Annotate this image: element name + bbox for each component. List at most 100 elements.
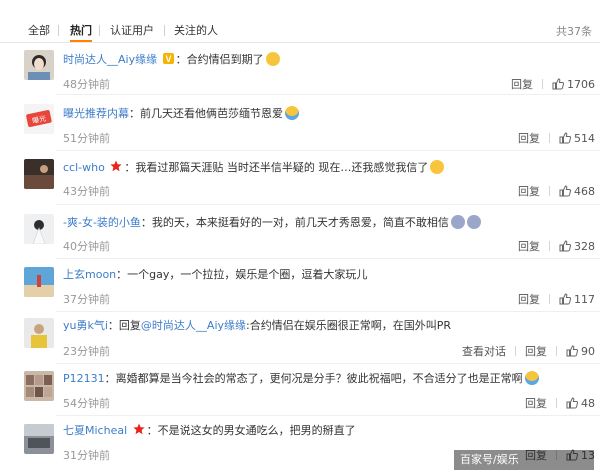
comment-username[interactable]: 时尚达人__Aiy缘缘: [63, 53, 157, 66]
cry-emoji-icon: [450, 215, 465, 229]
like-button[interactable]: 48: [566, 397, 595, 411]
comment-actions: 回复 48: [525, 397, 595, 411]
action-divider: [549, 241, 550, 251]
comment-time: 40分钟前: [63, 240, 110, 253]
laugh-cry-emoji-icon: [524, 371, 539, 385]
comment-time: 51分钟前: [63, 132, 110, 145]
comment-line: 曝光推荐内幕：前几天还看他俩芭莎缅节恩爱: [63, 106, 299, 121]
like-button[interactable]: 1706: [552, 78, 595, 92]
avatar[interactable]: [24, 267, 54, 297]
comment-total-count: 共37条: [556, 25, 592, 38]
comment-actions: 回复 468: [518, 185, 595, 199]
view-dialog-button[interactable]: 查看对话: [462, 345, 506, 359]
grin-emoji-icon: [430, 160, 445, 174]
comment-colon: ：: [124, 161, 136, 174]
comment-actions: 查看对话 回复 90: [462, 345, 595, 359]
comment-item: ccl-who ：我看过那篇天涯贴 当时还半信半疑的 现在…还我感觉我信了 43…: [0, 151, 600, 205]
comment-line: yu勇k气i：回复@时尚达人__Aiy缘缘:合约情侣在娱乐圈很正常啊，在国外叫P…: [63, 319, 451, 333]
avatar[interactable]: [24, 159, 54, 189]
avatar[interactable]: [24, 50, 54, 80]
like-count: 48: [581, 397, 595, 410]
comment-actions: 回复 328: [518, 240, 595, 254]
comment-time: 48分钟前: [63, 78, 110, 91]
comment-item: P12131：离婚都算是当今社会的常态了，更何况是分手？彼此祝福吧，不合适分了也…: [0, 364, 600, 416]
comment-time: 37分钟前: [63, 293, 110, 306]
comment-item: 时尚达人__Aiy缘缘 V ：合约情侣到期了 48分钟前 回复 1706: [0, 42, 600, 95]
tab-divider: [99, 25, 100, 36]
reply-button[interactable]: 回复: [511, 78, 533, 92]
comment-username[interactable]: 上玄moon: [63, 268, 116, 281]
tab-hot[interactable]: 热门: [70, 24, 92, 38]
reply-button[interactable]: 回复: [525, 345, 547, 359]
tab-following[interactable]: 关注的人: [174, 24, 218, 38]
comment-username[interactable]: -爽-女-装的小鱼: [63, 216, 141, 229]
comment-line: P12131：离婚都算是当今社会的常态了，更何况是分手？彼此祝福吧，不合适分了也…: [63, 371, 539, 386]
comment-colon: ：: [116, 268, 128, 281]
tab-divider: [164, 25, 165, 36]
comment-colon: ：: [146, 424, 158, 437]
comment-filter-bar: 全部 热门 认证用户 关注的人 共37条: [0, 0, 600, 43]
comment-time: 31分钟前: [63, 449, 110, 462]
star-badge-icon: [110, 160, 122, 176]
comment-line: ccl-who ：我看过那篇天涯贴 当时还半信半疑的 现在…还我感觉我信了: [63, 160, 445, 176]
comment-line: 七夏Micheal ：不是说这女的男女通吃么，把男的掰直了: [63, 423, 356, 439]
reply-button[interactable]: 回复: [518, 293, 540, 307]
avatar[interactable]: [24, 424, 54, 454]
avatar[interactable]: [24, 214, 54, 244]
thumbs-up-icon: [559, 185, 571, 197]
reply-button[interactable]: 回复: [518, 132, 540, 146]
like-button[interactable]: 117: [559, 293, 595, 307]
avatar[interactable]: [24, 318, 54, 348]
comment-text: :合约情侣在娱乐圈很正常啊，在国外叫PR: [246, 319, 451, 332]
tab-verified-users[interactable]: 认证用户: [110, 24, 154, 38]
comment-text: 我看过那篇天涯贴 当时还半信半疑的 现在…还我感觉我信了: [135, 161, 429, 174]
comment-line: 时尚达人__Aiy缘缘 V ：合约情侣到期了: [63, 52, 280, 68]
action-divider: [556, 398, 557, 408]
comment-text: 前几天还看他俩芭莎缅节恩爱: [140, 107, 283, 120]
comment-time: 23分钟前: [63, 345, 110, 358]
comment-line: -爽-女-装的小鱼：我的天，本来挺看好的一对，前几天才秀恩爱，简直不敢相信: [63, 215, 481, 230]
comment-username[interactable]: P12131: [63, 372, 105, 385]
comment-item: 上玄moon：一个gay，一个拉拉，娱乐是个圈，逗着大家玩儿 37分钟前 回复 1…: [0, 259, 600, 312]
thumbs-up-icon: [559, 240, 571, 252]
cry-emoji-icon: [466, 215, 481, 229]
verified-v-glyph: V: [165, 54, 171, 64]
watermark: 百家号/娱乐: [454, 450, 594, 470]
action-divider: [549, 186, 550, 196]
comment-item: 曝光 曝光推荐内幕：前几天还看他俩芭莎缅节恩爱 51分钟前 回复 514: [0, 95, 600, 151]
like-count: 514: [574, 132, 595, 145]
comment-actions: 回复 1706: [511, 78, 595, 92]
like-button[interactable]: 468: [559, 185, 595, 199]
like-button[interactable]: 328: [559, 240, 595, 254]
mention-link[interactable]: @时尚达人__Aiy缘缘: [141, 319, 246, 332]
thumbs-up-icon: [559, 293, 571, 305]
comment-username[interactable]: yu勇k气i: [63, 319, 108, 332]
comment-colon: ：: [140, 216, 152, 229]
comment-text: 不是说这女的男女通吃么，把男的掰直了: [157, 424, 356, 437]
reply-button[interactable]: 回复: [518, 240, 540, 254]
laugh-cry-emoji-icon: [285, 106, 299, 120]
verified-v-icon: V: [162, 53, 174, 68]
reply-button[interactable]: 回复: [518, 185, 540, 199]
comment-colon: ：: [175, 53, 187, 66]
avatar[interactable]: 曝光: [24, 104, 54, 134]
comment-colon: ：: [104, 372, 116, 385]
comment-time: 43分钟前: [63, 185, 110, 198]
tab-all[interactable]: 全部: [28, 24, 50, 38]
like-count: 328: [574, 240, 595, 253]
thumbs-up-icon: [559, 132, 571, 144]
comment-text: 一个gay，一个拉拉，娱乐是个圈，逗着大家玩儿: [127, 268, 368, 281]
like-count: 117: [574, 293, 595, 306]
like-button[interactable]: 514: [559, 132, 595, 146]
comment-username[interactable]: 七夏Micheal: [63, 424, 127, 437]
comment-colon: ：: [107, 319, 119, 332]
reply-button[interactable]: 回复: [525, 397, 547, 411]
thumbs-up-icon: [566, 345, 578, 357]
comment-username[interactable]: 曝光推荐内幕: [63, 107, 129, 120]
thumbs-up-icon: [566, 397, 578, 409]
comment-username[interactable]: ccl-who: [63, 161, 105, 174]
avatar[interactable]: [24, 371, 54, 401]
wink-emoji-icon: [265, 52, 280, 66]
comment-line: 上玄moon：一个gay，一个拉拉，娱乐是个圈，逗着大家玩儿: [63, 268, 367, 282]
like-button[interactable]: 90: [566, 345, 595, 359]
